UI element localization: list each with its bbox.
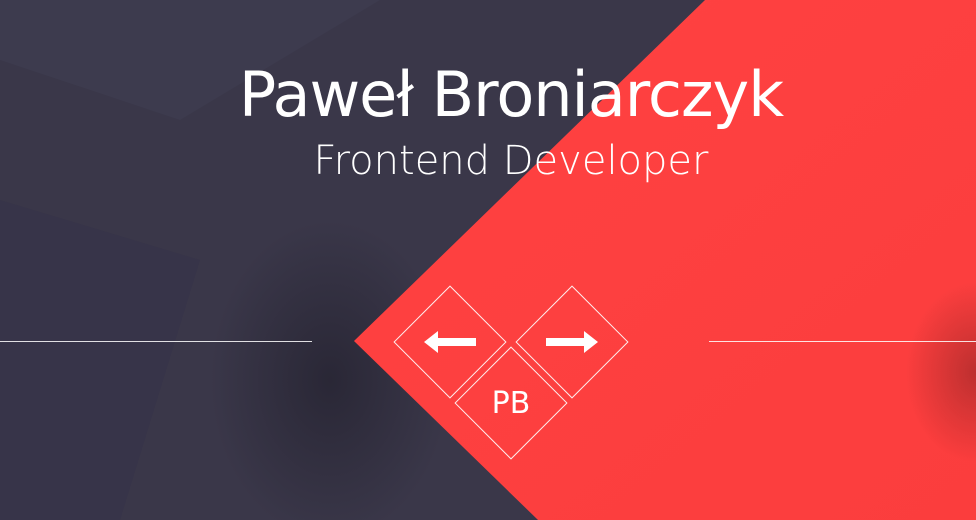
logo-text: PB [491,385,531,421]
page-title: Paweł Broniarczyk [238,58,784,131]
arrow-right-icon [546,331,598,353]
divider-left [0,341,312,342]
divider-right [709,341,976,342]
arrow-left-icon [424,331,476,353]
hero-section: Paweł Broniarczyk Frontend Developer PB [0,0,976,520]
page-subtitle: Frontend Developer [313,138,709,184]
